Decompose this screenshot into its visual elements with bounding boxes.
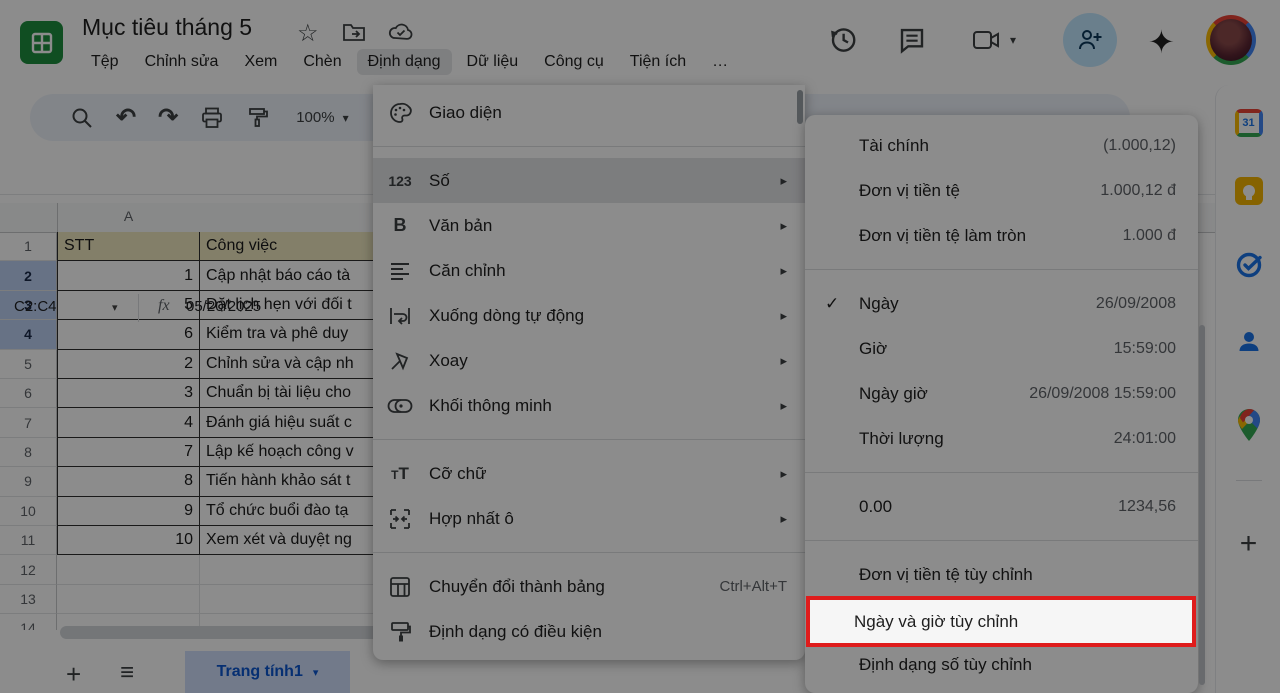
menu-item-custom-date-time-highlighted[interactable]: Ngày và giờ tùy chỉnh <box>806 596 1196 647</box>
dim-overlay <box>0 0 1280 693</box>
